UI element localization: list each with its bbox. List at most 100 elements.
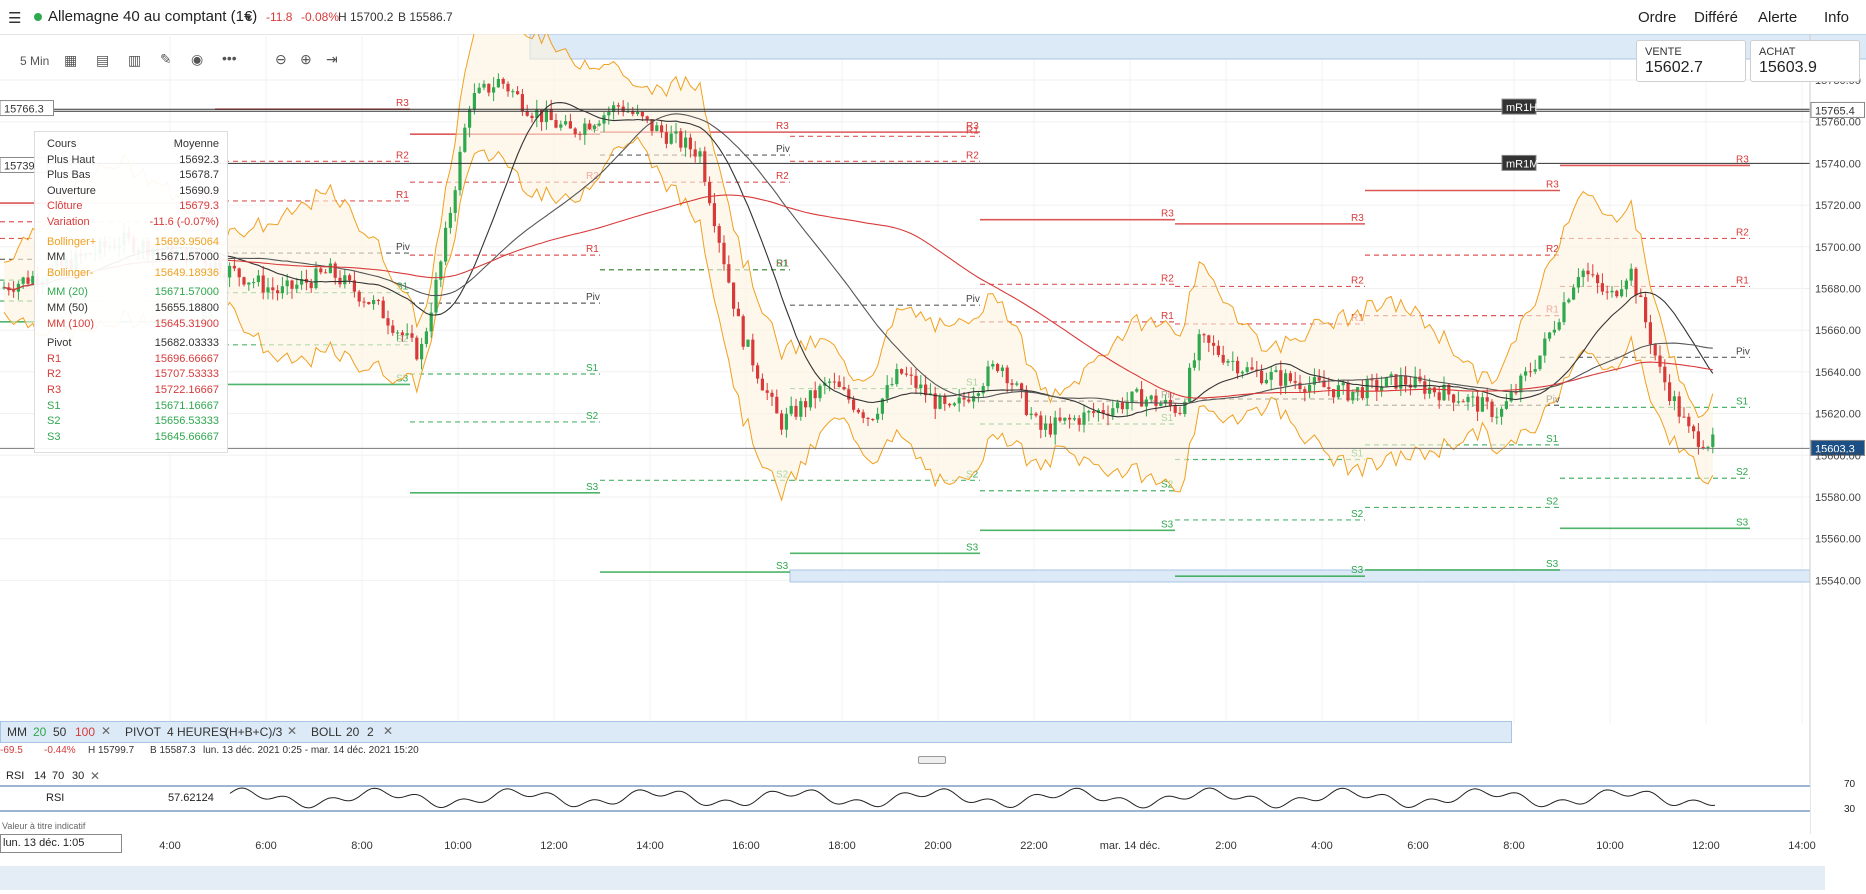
y-tick-label: 15640.00	[1815, 367, 1861, 379]
candle-body	[1077, 418, 1081, 425]
panel-resize-handle[interactable]	[918, 756, 946, 764]
candle-body	[664, 132, 668, 144]
candle-body	[415, 337, 419, 360]
x-axis: 4:00 6:00 8:00 10:00 12:00 14:00 16:00 18:00 20:…	[159, 840, 1815, 852]
candle-body	[1005, 367, 1009, 384]
ohlc-value: 15679.3	[179, 200, 219, 213]
candle-body	[290, 280, 294, 289]
candle-body	[1663, 366, 1667, 383]
time-navigator[interactable]	[0, 858, 1866, 894]
instrument-dropdown-icon[interactable]: ▾	[246, 11, 252, 24]
candle-body	[876, 413, 880, 420]
candle-body	[232, 265, 236, 269]
buy-price-box[interactable]: ACHAT 15603.9	[1750, 40, 1860, 82]
mr1h-tag: mR1H	[1501, 98, 1537, 115]
candle-body	[362, 301, 366, 303]
candle-body	[1279, 370, 1283, 386]
candle-body	[1596, 274, 1600, 284]
candle-body	[1288, 373, 1292, 382]
candle-body	[1586, 270, 1590, 275]
nav-info[interactable]: Info	[1824, 9, 1849, 26]
remove-pivot-icon[interactable]: ✕	[287, 724, 297, 738]
nav-order[interactable]: Ordre	[1638, 9, 1676, 26]
pivot-label: R3	[1546, 180, 1559, 191]
candle-body	[861, 412, 865, 418]
candle-body	[655, 125, 659, 132]
ohlc-row: MM (50) 15655.18800	[47, 302, 219, 317]
ohlc-row: R3 15722.16667	[47, 384, 219, 399]
candle-body	[333, 263, 337, 278]
range-dates: lun. 13 déc. 2021 0:25 - mar. 14 déc. 20…	[203, 745, 419, 756]
x-tick-label: mar. 14 déc.	[1100, 840, 1161, 852]
candle-body	[463, 127, 467, 152]
candle-body	[799, 401, 803, 417]
remove-rsi-icon[interactable]: ✕	[90, 769, 100, 783]
navigator-track[interactable]	[0, 866, 1825, 890]
ohlc-value: 15656.53333	[154, 415, 219, 428]
candle-body	[1365, 379, 1369, 399]
candle-body	[746, 339, 750, 347]
candle-body	[482, 83, 486, 88]
pivot-label: R1	[966, 125, 979, 136]
pivot-label: S3	[966, 542, 979, 553]
candle-body	[1605, 291, 1609, 293]
candle-body	[400, 332, 404, 336]
menu-icon[interactable]: ☰	[8, 9, 21, 27]
candle-body	[1068, 417, 1072, 420]
candle-body	[660, 125, 664, 133]
candle-body	[1591, 274, 1595, 276]
ohlc-key: R3	[47, 384, 62, 396]
ohlc-key: Bollinger-	[47, 266, 94, 279]
pivot-label: R2	[776, 171, 789, 182]
x-tick-label: 14:00	[1788, 840, 1816, 852]
candle-body	[679, 131, 683, 148]
candle-body	[1336, 385, 1340, 398]
candle-body	[506, 83, 510, 92]
tag-text: mR1M	[1506, 158, 1538, 170]
ohlc-value: 15693.95064	[154, 235, 219, 248]
candle-body	[688, 137, 692, 150]
candle-body	[588, 123, 592, 130]
x-axis-start-label: lun. 13 déc. 1:05	[0, 834, 122, 853]
x-tick-label: 8:00	[1503, 840, 1524, 852]
remove-boll-icon[interactable]: ✕	[383, 724, 393, 738]
candle-body	[1384, 377, 1388, 387]
pivot-label: S1	[776, 259, 789, 270]
rsi-chart	[0, 784, 1810, 834]
candle-body	[1120, 402, 1124, 410]
candle-body	[1092, 411, 1096, 413]
y-tick-label: 15580.00	[1815, 492, 1861, 504]
pivot-label: R3	[396, 98, 409, 109]
instrument-name[interactable]: Allemagne 40 au comptant (1€)	[48, 8, 257, 25]
ohlc-value: 15645.31900	[154, 317, 219, 330]
candle-body	[909, 374, 913, 376]
candle-body	[981, 386, 985, 394]
candle-body	[1116, 402, 1120, 409]
remove-mm-icon[interactable]: ✕	[101, 724, 111, 738]
candle-body	[1135, 389, 1139, 392]
candle-body	[496, 78, 500, 88]
candle-body	[1399, 375, 1403, 389]
candle-body	[1562, 302, 1566, 323]
nav-deferred[interactable]: Différé	[1694, 9, 1738, 26]
candle-body	[1428, 387, 1432, 394]
candle-body	[516, 91, 520, 95]
x-tick-label: 6:00	[1407, 840, 1428, 852]
pivot-label: R1	[1736, 275, 1749, 286]
sell-price-box[interactable]: VENTE 15602.7	[1636, 40, 1746, 82]
candle-body	[1212, 342, 1216, 346]
ohlc-value: 15671.57000	[154, 251, 219, 264]
ohlc-key: Clôture	[47, 200, 83, 213]
candle-body	[607, 111, 611, 116]
candle-body	[967, 399, 971, 402]
candle-body	[487, 83, 491, 93]
nav-alert[interactable]: Alerte	[1758, 9, 1797, 26]
candle-body	[765, 390, 769, 393]
x-tick-label: 20:00	[924, 840, 952, 852]
candle-body	[381, 300, 385, 319]
candle-body	[1173, 405, 1177, 413]
candle-body	[1528, 371, 1532, 373]
candle-body	[583, 123, 587, 136]
candle-body	[986, 366, 990, 387]
boll-label: BOLL	[311, 725, 342, 739]
